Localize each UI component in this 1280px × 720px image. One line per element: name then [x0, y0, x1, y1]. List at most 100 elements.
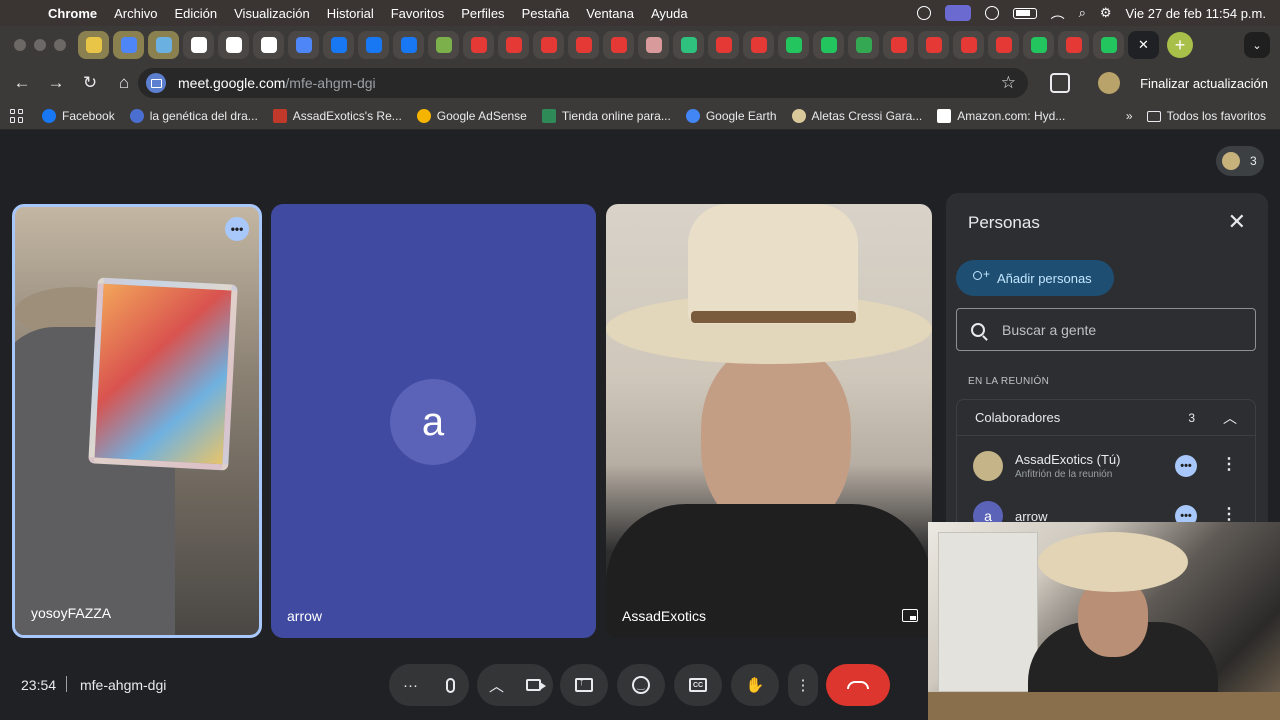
video-tile-assadexotics[interactable]: AssadExotics: [606, 204, 932, 638]
menu-pestana[interactable]: Pestaña: [522, 6, 570, 21]
collaborators-header[interactable]: Colaboradores 3 ︿: [957, 400, 1255, 436]
browser-tab[interactable]: [463, 31, 494, 59]
browser-tab[interactable]: [953, 31, 984, 59]
kebab-menu-icon[interactable]: ⋮: [1221, 504, 1237, 524]
browser-tab[interactable]: [183, 31, 214, 59]
menu-clock[interactable]: Vie 27 de feb 11:54 p.m.: [1126, 6, 1266, 21]
browser-tab[interactable]: [288, 31, 319, 59]
browser-tab[interactable]: [568, 31, 599, 59]
minimize-window-button[interactable]: [34, 39, 46, 51]
browser-tab[interactable]: [393, 31, 424, 59]
more-audio-options-icon[interactable]: ···: [403, 677, 418, 694]
close-icon[interactable]: ✕: [1228, 209, 1246, 235]
apps-grid-icon[interactable]: [10, 108, 24, 123]
menu-archivo[interactable]: Archivo: [114, 6, 157, 21]
present-screen-button[interactable]: [560, 664, 608, 706]
browser-tab[interactable]: [533, 31, 564, 59]
bookmark-item[interactable]: Google AdSense: [416, 108, 527, 123]
profile-avatar[interactable]: [1098, 72, 1121, 94]
play-icon[interactable]: [984, 6, 999, 20]
captions-button[interactable]: CC: [674, 664, 722, 706]
battery-icon[interactable]: [1012, 7, 1037, 19]
kebab-menu-icon[interactable]: ⋮: [1221, 454, 1237, 474]
bookmark-item[interactable]: Google Earth: [685, 108, 777, 123]
browser-tab[interactable]: [253, 31, 284, 59]
menu-visualizacion[interactable]: Visualización: [234, 6, 310, 21]
browser-tab[interactable]: [708, 31, 739, 59]
raise-hand-button[interactable]: ✋: [731, 664, 779, 706]
menu-ventana[interactable]: Ventana: [586, 6, 634, 21]
meeting-code[interactable]: mfe-ahgm-dgi: [80, 677, 166, 693]
browser-tab[interactable]: [848, 31, 879, 59]
browser-tab[interactable]: [218, 31, 249, 59]
tile-more-options-button[interactable]: •••: [225, 217, 249, 241]
more-options-button[interactable]: ⋮: [788, 664, 818, 706]
browser-tab[interactable]: [813, 31, 844, 59]
browser-tab[interactable]: [113, 31, 144, 59]
picture-in-picture-icon[interactable]: [902, 609, 918, 622]
browser-tab[interactable]: [988, 31, 1019, 59]
bookmark-item[interactable]: Amazon.com: Hyd...: [937, 108, 1065, 123]
back-arrow-icon[interactable]: ←: [6, 67, 38, 99]
menu-edicion[interactable]: Edición: [174, 6, 217, 21]
bookmark-item[interactable]: Tienda online para...: [541, 108, 671, 123]
browser-tab[interactable]: [323, 31, 354, 59]
bookmark-item[interactable]: Aletas Cressi Gara...: [791, 108, 922, 123]
chevron-up-icon[interactable]: ︿: [1223, 408, 1237, 428]
member-row[interactable]: AssadExotics (Tú) Anfitrión de la reunió…: [973, 446, 1253, 486]
screen-share-icon[interactable]: [944, 5, 971, 21]
menu-historial[interactable]: Historial: [327, 6, 374, 21]
video-tile-yosoyfazza[interactable]: ••• yosoyFAZZA: [12, 204, 262, 638]
self-view-preview[interactable]: [928, 522, 1280, 720]
extensions-icon[interactable]: [1050, 73, 1071, 93]
control-center-icon[interactable]: ⚙: [1100, 5, 1112, 21]
browser-tab[interactable]: [743, 31, 774, 59]
menu-ayuda[interactable]: Ayuda: [651, 6, 688, 21]
forward-arrow-icon[interactable]: →: [40, 67, 72, 99]
address-bar[interactable]: meet.google.com/mfe-ahgm-dgi ☆: [138, 68, 1028, 98]
browser-tab[interactable]: [673, 31, 704, 59]
close-window-button[interactable]: [14, 39, 26, 51]
participants-chip[interactable]: 3: [1216, 146, 1264, 176]
browser-tab[interactable]: [883, 31, 914, 59]
wifi-icon[interactable]: ︵: [1051, 3, 1065, 23]
menu-app-name[interactable]: Chrome: [48, 6, 97, 21]
browser-tab[interactable]: [78, 31, 109, 59]
browser-tab[interactable]: [1058, 31, 1089, 59]
bookmarks-overflow-button[interactable]: »: [1126, 109, 1133, 123]
member-more-button[interactable]: •••: [1175, 455, 1197, 477]
bookmark-item[interactable]: la genética del dra...: [129, 108, 258, 123]
browser-tab[interactable]: [498, 31, 529, 59]
url-text[interactable]: meet.google.com/mfe-ahgm-dgi: [178, 75, 376, 91]
bookmark-item[interactable]: AssadExotics's Re...: [272, 108, 402, 123]
camera-icon[interactable]: [526, 679, 546, 691]
chevron-up-icon[interactable]: ︿: [489, 675, 504, 696]
browser-tab[interactable]: [918, 31, 949, 59]
microphone-icon[interactable]: [446, 677, 455, 693]
bookmark-item[interactable]: Facebook: [42, 108, 115, 123]
browser-tab[interactable]: [603, 31, 634, 59]
reload-icon[interactable]: ↻: [74, 67, 106, 99]
spotlight-search-icon[interactable]: ⌕: [1079, 5, 1086, 21]
browser-tab[interactable]: [1023, 31, 1054, 59]
zoom-window-button[interactable]: [54, 39, 66, 51]
browser-tab[interactable]: [638, 31, 669, 59]
reactions-button[interactable]: ‿: [617, 664, 665, 706]
all-bookmarks-button[interactable]: Todos los favoritos: [1146, 109, 1266, 123]
home-icon[interactable]: ⌂: [108, 67, 140, 99]
search-people-input[interactable]: Buscar a gente: [956, 308, 1256, 351]
tab-search-button[interactable]: ⌄: [1244, 32, 1270, 58]
add-people-button[interactable]: Añadir personas: [956, 260, 1114, 296]
end-call-button[interactable]: [826, 664, 890, 706]
vpn-icon[interactable]: [916, 6, 931, 20]
site-info-icon[interactable]: [146, 73, 166, 93]
update-button[interactable]: Finalizar actualización: [1130, 68, 1278, 98]
browser-tab[interactable]: [428, 31, 459, 59]
new-tab-button[interactable]: +: [1167, 32, 1193, 58]
menu-perfiles[interactable]: Perfiles: [461, 6, 504, 21]
browser-tab[interactable]: [1093, 31, 1124, 59]
active-tab[interactable]: ✕: [1128, 31, 1159, 59]
video-tile-arrow[interactable]: a arrow: [271, 204, 596, 638]
close-tab-icon[interactable]: ✕: [1138, 37, 1149, 53]
browser-tab[interactable]: [148, 31, 179, 59]
